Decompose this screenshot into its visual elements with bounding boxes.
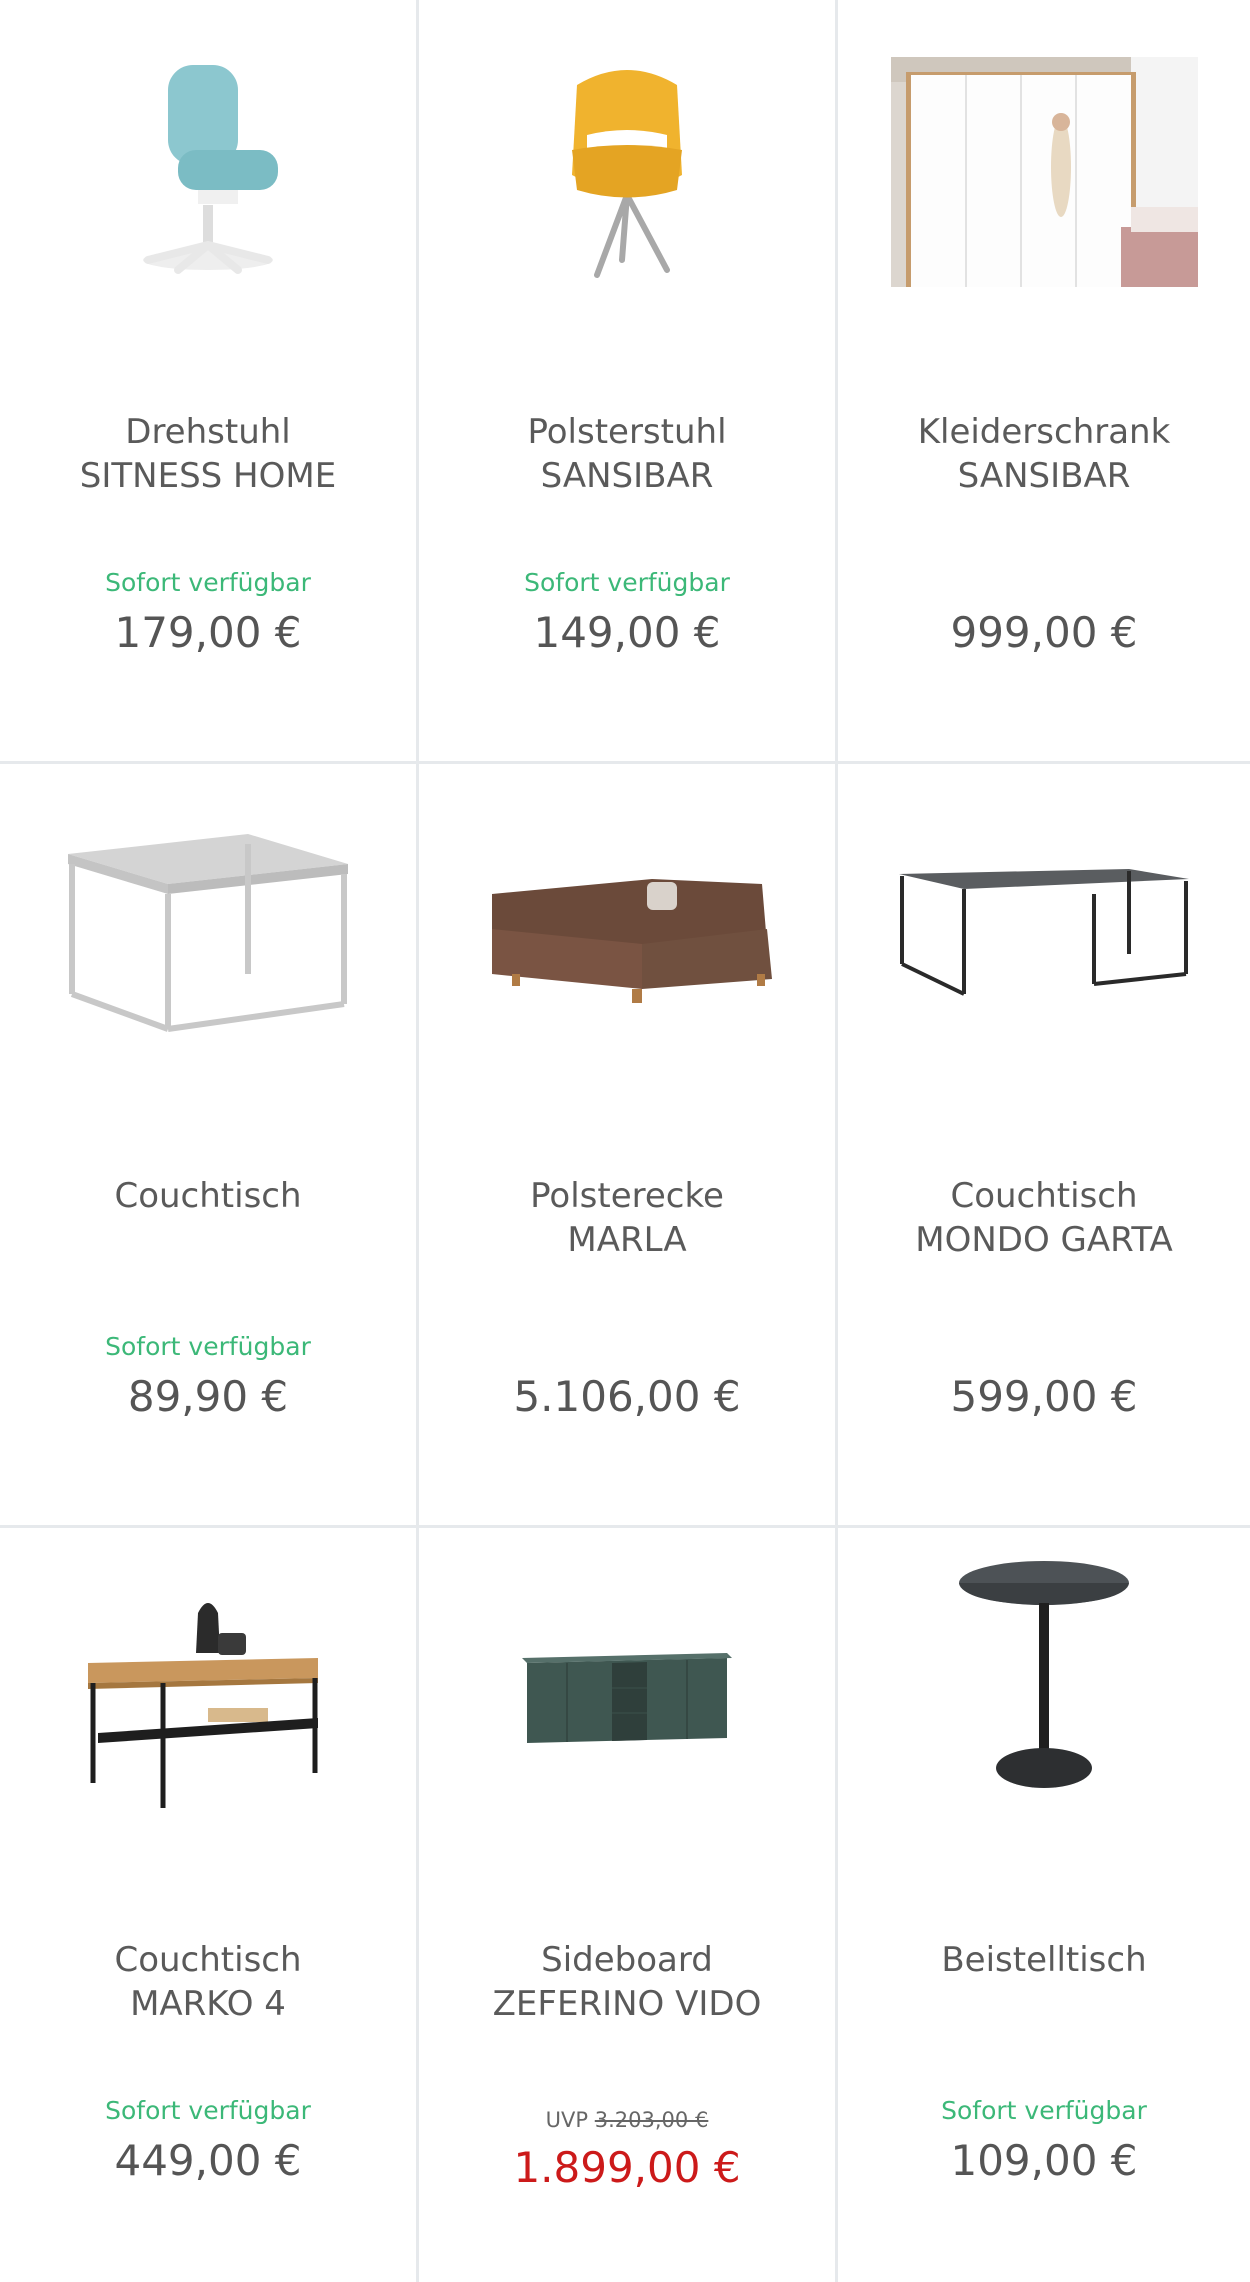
product-card[interactable]: Kleiderschrank SANSIBAR 999,00 €: [838, 0, 1250, 764]
product-title: Sideboard: [541, 1940, 713, 1980]
product-card[interactable]: Couchtisch MONDO GARTA 599,00 €: [838, 764, 1250, 1528]
product-name[interactable]: Beistelltisch: [838, 1938, 1250, 1982]
product-name[interactable]: Couchtisch MONDO GARTA: [838, 1174, 1250, 1262]
product-name[interactable]: Drehstuhl SITNESS HOME: [0, 410, 416, 498]
uvp-price: UVP 3.203,00 €: [419, 2108, 835, 2132]
product-card[interactable]: Polsterecke MARLA 5.106,00 €: [419, 764, 838, 1528]
product-title: Couchtisch: [114, 1940, 302, 1980]
product-price: 89,90 €: [127, 1372, 289, 1421]
product-grid: Drehstuhl SITNESS HOME Sofort verfügbar …: [0, 0, 1250, 2282]
product-image[interactable]: [0, 1568, 416, 1828]
product-subtitle: SANSIBAR: [540, 456, 714, 496]
product-name[interactable]: Polsterstuhl SANSIBAR: [419, 410, 835, 498]
availability-label: Sofort verfügbar: [105, 2096, 311, 2125]
product-title: Couchtisch: [114, 1176, 302, 1216]
product-subtitle: SANSIBAR: [957, 456, 1131, 496]
product-card[interactable]: Couchtisch Sofort verfügbar 89,90 €: [0, 764, 419, 1528]
uvp-old-price: 3.203,00 €: [594, 2108, 709, 2132]
product-card[interactable]: Polsterstuhl SANSIBAR Sofort verfügbar 1…: [419, 0, 838, 764]
product-card[interactable]: Drehstuhl SITNESS HOME Sofort verfügbar …: [0, 0, 419, 764]
product-price: 109,00 €: [950, 2136, 1138, 2185]
coffee-table-image: [68, 834, 348, 1032]
product-name[interactable]: Polsterecke MARLA: [419, 1174, 835, 1262]
product-name[interactable]: Couchtisch: [0, 1174, 416, 1218]
side-table-image: [959, 1561, 1129, 1788]
product-title: Kleiderschrank: [917, 412, 1171, 452]
product-title: Beistelltisch: [941, 1940, 1147, 1980]
product-title: Drehstuhl: [125, 412, 291, 452]
product-card[interactable]: Couchtisch MARKO 4 Sofort verfügbar 449,…: [0, 1528, 419, 2282]
product-image[interactable]: [838, 57, 1250, 287]
availability-label: Sofort verfügbar: [105, 568, 311, 597]
sale-price: 1.899,00 €: [513, 2143, 741, 2192]
product-price: 5.106,00 €: [513, 1372, 741, 1421]
wardrobe-image: [890, 57, 1198, 287]
office-chair-image: [143, 65, 278, 274]
product-price: 999,00 €: [950, 608, 1138, 657]
product-image[interactable]: [0, 40, 416, 300]
product-image[interactable]: [0, 804, 416, 1064]
product-image[interactable]: [838, 1548, 1250, 1808]
product-card[interactable]: Sideboard ZEFERINO VIDO UVP 3.203,00 € 1…: [419, 1528, 838, 2282]
coffee-table-image: [899, 869, 1189, 996]
product-image[interactable]: [419, 804, 835, 1064]
upholstered-chair-image: [572, 70, 682, 278]
product-price: 449,00 €: [114, 2136, 302, 2185]
product-title: Polsterecke: [530, 1176, 724, 1216]
product-image[interactable]: [838, 804, 1250, 1064]
product-card[interactable]: Beistelltisch Sofort verfügbar 109,00 €: [838, 1528, 1250, 2282]
product-price: 599,00 €: [950, 1372, 1138, 1421]
uvp-label: UVP: [545, 2108, 589, 2132]
availability-label: Sofort verfügbar: [105, 1332, 311, 1361]
coffee-table-image: [88, 1603, 318, 1808]
product-name[interactable]: Sideboard ZEFERINO VIDO: [419, 1938, 835, 2026]
product-subtitle: ZEFERINO VIDO: [492, 1984, 762, 2024]
product-name[interactable]: Kleiderschrank SANSIBAR: [838, 410, 1250, 498]
product-title: Polsterstuhl: [527, 412, 727, 452]
product-name[interactable]: Couchtisch MARKO 4: [0, 1938, 416, 2026]
product-price: 149,00 €: [533, 608, 721, 657]
availability-label: Sofort verfügbar: [524, 568, 730, 597]
product-subtitle: MARKO 4: [130, 1984, 286, 2024]
product-subtitle: MARLA: [567, 1220, 687, 1260]
product-subtitle: SITNESS HOME: [79, 456, 337, 496]
product-price: 179,00 €: [114, 608, 302, 657]
product-title: Couchtisch: [950, 1176, 1138, 1216]
availability-label: Sofort verfügbar: [941, 2096, 1147, 2125]
product-image[interactable]: [419, 1568, 835, 1828]
corner-sofa-image: [492, 879, 772, 1003]
product-image[interactable]: [419, 40, 835, 300]
product-subtitle: MONDO GARTA: [915, 1220, 1173, 1260]
sideboard-image: [522, 1653, 732, 1743]
